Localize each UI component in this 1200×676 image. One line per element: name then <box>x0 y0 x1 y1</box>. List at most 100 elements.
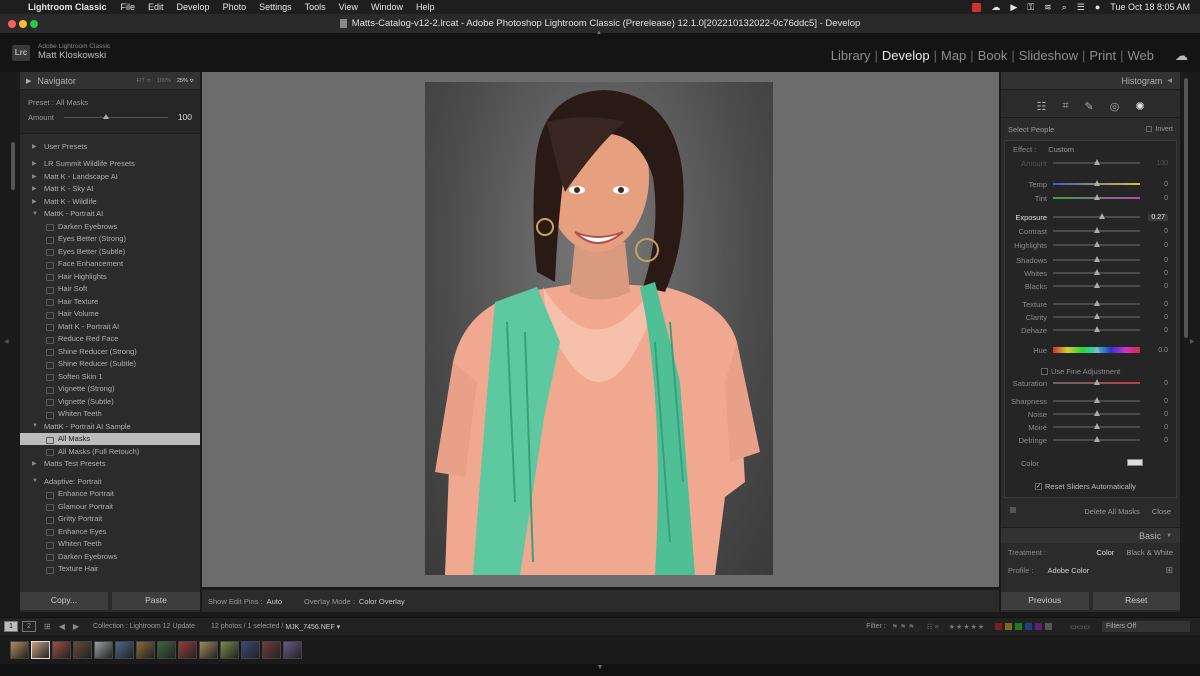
slider-thumb[interactable] <box>1093 436 1100 442</box>
filmstrip-thumbnail[interactable] <box>115 641 134 659</box>
collapsed-triangle-icon[interactable]: ▶ <box>32 143 37 150</box>
healing-brush-icon[interactable]: ✎ <box>1085 100 1094 113</box>
slider-value[interactable]: 0 <box>1164 283 1168 290</box>
collapse-triangle-icon[interactable]: ▼ <box>1166 533 1172 539</box>
siri-icon[interactable]: ● <box>1095 2 1100 12</box>
kind-filter-icons[interactable]: ▭▭▭ <box>1070 623 1090 631</box>
slider-value[interactable]: 0 <box>1164 181 1168 188</box>
filmstrip-thumbnail[interactable] <box>94 641 113 659</box>
preset-item[interactable]: Eyes Better (Strong) <box>20 233 200 246</box>
slider-value[interactable]: 0 <box>1164 314 1168 321</box>
menu-file[interactable]: File <box>121 2 136 12</box>
preset-folder[interactable]: ▼ Adaptive: Portrait <box>20 475 200 488</box>
preset-folder[interactable]: ▶ Matts Test Presets <box>20 458 200 471</box>
menu-tools[interactable]: Tools <box>305 2 326 12</box>
preset-item[interactable]: Shine Reducer (Strong) <box>20 345 200 358</box>
slider-thumb[interactable] <box>1093 159 1100 165</box>
filmstrip-thumbnail[interactable] <box>220 641 239 659</box>
preset-item[interactable]: Darken Eyebrows <box>20 550 200 563</box>
preset-item[interactable]: Face Enhancement <box>20 258 200 271</box>
module-print[interactable]: Print <box>1085 48 1120 63</box>
slider-texture[interactable]: Texture 0 <box>1005 298 1176 310</box>
slider-dehaze[interactable]: Dehaze 0 <box>1005 324 1176 336</box>
slider-thumb[interactable] <box>1093 241 1100 247</box>
grid-view-icon[interactable]: ⊞ <box>44 622 51 631</box>
zoom-option[interactable]: 100% <box>157 78 171 84</box>
color-label-swatch[interactable] <box>1025 623 1033 630</box>
crop-icon[interactable]: ⌗ <box>1062 100 1068 113</box>
preset-item[interactable]: Hair Soft <box>20 283 200 296</box>
portrait-photo[interactable] <box>425 82 773 575</box>
preset-item[interactable]: Glamour Portrait <box>20 500 200 513</box>
preset-item[interactable]: Texture Hair <box>20 563 200 576</box>
amount-slider[interactable] <box>63 113 168 119</box>
color-label-swatch[interactable] <box>995 623 1003 630</box>
slider-thumb[interactable] <box>1093 313 1100 319</box>
reset-button[interactable]: Reset <box>1092 592 1180 610</box>
fine-adjustment-checkbox[interactable] <box>1041 368 1048 375</box>
preset-item[interactable]: Soften Skin 1 <box>20 370 200 383</box>
slider-thumb[interactable] <box>1093 282 1100 288</box>
preset-item[interactable]: Reduce Red Face <box>20 333 200 346</box>
slider-moir[interactable]: Moiré 0 <box>1005 421 1176 433</box>
slider-thumb[interactable] <box>1093 379 1100 385</box>
clock[interactable]: Tue Oct 18 8:05 AM <box>1110 2 1190 12</box>
slider-thumb[interactable] <box>1093 347 1100 353</box>
slider-tint[interactable]: Tint 0 <box>1005 192 1176 204</box>
zoom-option[interactable]: 25% ≎ <box>177 78 194 84</box>
filmstrip-thumbnail[interactable] <box>136 641 155 659</box>
menu-develop[interactable]: Develop <box>177 2 210 12</box>
filmstrip-thumbnail[interactable] <box>241 641 260 659</box>
rating-filter-stars[interactable]: ★★★★★ <box>949 623 985 631</box>
app-menu[interactable]: Lightroom Classic <box>28 2 107 12</box>
cloud-sync-icon[interactable]: ☁ <box>1175 48 1188 64</box>
edit-filter-icon[interactable]: ☷ ≡ <box>926 623 938 631</box>
collapsed-triangle-icon[interactable]: ▶ <box>32 173 37 180</box>
module-web[interactable]: Web <box>1124 48 1159 63</box>
slider-track[interactable] <box>1053 326 1140 332</box>
filmstrip-thumbnail[interactable] <box>157 641 176 659</box>
treatment-color-option[interactable]: Color <box>1096 548 1114 557</box>
collapse-triangle-icon[interactable]: ◀ <box>1167 77 1172 84</box>
delete-all-masks-button[interactable]: Delete All Masks <box>1084 507 1139 516</box>
slider-track[interactable] <box>1053 436 1140 442</box>
slider-thumb[interactable] <box>1093 397 1100 403</box>
zoom-window-button[interactable] <box>30 20 38 28</box>
menu-edit[interactable]: Edit <box>148 2 164 12</box>
color-label-swatch[interactable] <box>1005 623 1013 630</box>
slider-track[interactable] <box>1053 180 1140 186</box>
flag-filter-icons[interactable]: ⚑ ⚑ ⚑ <box>892 623 915 631</box>
copy-button[interactable]: Copy... <box>20 592 108 610</box>
preset-item[interactable]: Vignette (Subtle) <box>20 395 200 408</box>
mask-toggle-icon[interactable] <box>1010 507 1016 513</box>
slider-track[interactable] <box>1053 227 1140 233</box>
slider-noise[interactable]: Noise 0 <box>1005 408 1176 420</box>
color-swatch[interactable] <box>1127 459 1143 466</box>
previous-button[interactable]: Previous <box>1001 592 1089 610</box>
invert-checkbox[interactable] <box>1146 126 1153 132</box>
preset-item[interactable]: Shine Reducer (Subtle) <box>20 358 200 371</box>
preset-folder[interactable]: ▼ MattK - Portrait AI <box>20 208 200 221</box>
left-panel-toggle-icon[interactable]: ◀ <box>4 338 9 345</box>
slider-value[interactable]: 0 <box>1164 270 1168 277</box>
expanded-triangle-icon[interactable]: ▼ <box>32 211 38 217</box>
slider-value[interactable]: 0 <box>1164 380 1168 387</box>
preset-item[interactable]: Whiten Teeth <box>20 538 200 551</box>
preset-item[interactable]: Hair Texture <box>20 295 200 308</box>
slider-value[interactable]: 0 <box>1164 195 1168 202</box>
filmstrip-toggle-icon[interactable]: ▼ <box>0 664 1200 676</box>
slider-defringe[interactable]: Defringe 0 <box>1005 434 1176 446</box>
slider-highlights[interactable]: Highlights 0 <box>1005 239 1176 251</box>
slider-value[interactable]: 0 <box>1164 228 1168 235</box>
preset-item[interactable]: Darken Eyebrows <box>20 220 200 233</box>
color-label-filter[interactable] <box>995 623 1053 630</box>
overlay-mode-select[interactable]: Color Overlay <box>359 597 405 606</box>
collapsed-triangle-icon[interactable]: ▶ <box>32 160 37 167</box>
expanded-triangle-icon[interactable]: ▼ <box>32 423 38 429</box>
slider-track[interactable] <box>1053 282 1140 288</box>
preset-item[interactable]: All Masks <box>20 432 200 445</box>
amount-value[interactable]: 100 <box>178 112 192 122</box>
slider-track[interactable] <box>1053 423 1140 429</box>
module-slideshow[interactable]: Slideshow <box>1015 48 1082 63</box>
forward-arrow-icon[interactable]: ▶ <box>73 622 79 631</box>
